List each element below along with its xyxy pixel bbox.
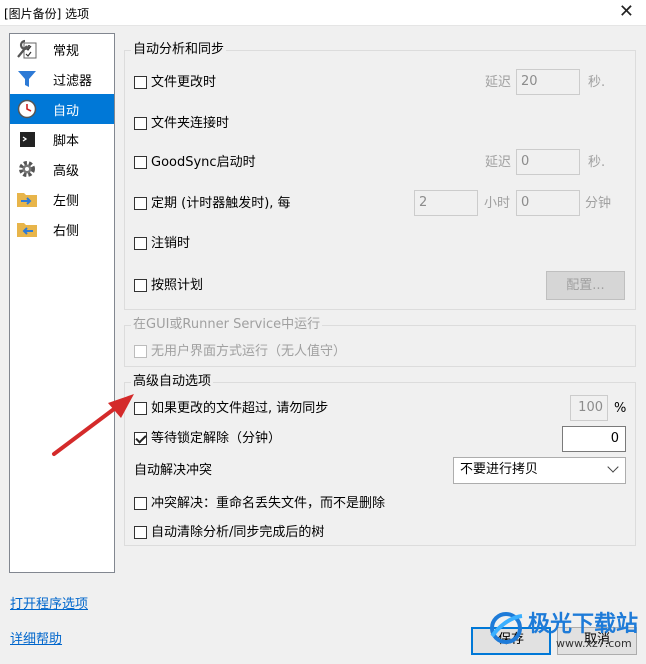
periodic-minutes-label: 分钟 <box>585 196 612 211</box>
folder-left-arrow-icon <box>17 223 37 237</box>
watermark-url: www.xz7.com <box>556 637 632 650</box>
sidebar: 常规 过滤器 自动 脚本 高级 左侧 右侧 <box>9 33 115 573</box>
close-icon[interactable]: ✕ <box>619 1 634 22</box>
clock-icon <box>17 99 37 119</box>
logoff-label: 注销时 <box>151 236 191 251</box>
folder-connected-label: 文件夹连接时 <box>151 116 230 131</box>
wait-unlock-label: 等待锁定解除（分钟） <box>151 431 282 446</box>
file-changed-delay-input[interactable]: 20 <box>516 69 580 95</box>
folder-connected-checkbox[interactable] <box>134 117 147 130</box>
headless-label: 无用户界面方式运行（无人值守） <box>151 344 347 359</box>
rename-lost-checkbox[interactable] <box>134 497 147 510</box>
folder-right-arrow-icon <box>17 193 37 207</box>
sidebar-item-right[interactable]: 右侧 <box>10 214 114 244</box>
logoff-checkbox[interactable] <box>134 237 147 250</box>
funnel-icon <box>18 71 36 87</box>
sidebar-item-advanced[interactable]: 高级 <box>10 154 114 184</box>
sidebar-item-label: 左侧 <box>53 194 80 209</box>
skip-if-changed-label: 如果更改的文件超过, 请勿同步 <box>151 401 329 416</box>
startup-label: GoodSync启动时 <box>151 155 256 170</box>
script-icon <box>20 132 35 147</box>
sidebar-item-label: 高级 <box>53 164 80 179</box>
headless-checkbox[interactable] <box>134 345 147 358</box>
sidebar-item-general[interactable]: 常规 <box>10 34 114 64</box>
startup-checkbox[interactable] <box>134 156 147 169</box>
file-changed-delay-label: 延迟 <box>485 75 512 90</box>
sidebar-item-script[interactable]: 脚本 <box>10 124 114 154</box>
file-changed-label: 文件更改时 <box>151 75 217 90</box>
service-legend: 在GUI或Runner Service中运行 <box>131 317 323 333</box>
chevron-down-icon <box>607 461 619 473</box>
auto-sync-legend: 自动分析和同步 <box>131 42 227 58</box>
sidebar-item-filters[interactable]: 过滤器 <box>10 64 114 94</box>
sidebar-item-label: 过滤器 <box>53 74 93 89</box>
schedule-label: 按照计划 <box>151 278 204 293</box>
gear-icon <box>19 161 35 177</box>
watermark-logo: 极光下载站 www.xz7.com <box>486 604 642 660</box>
startup-delay-input[interactable]: 0 <box>516 149 580 175</box>
conflict-select[interactable]: 不要进行拷贝 <box>453 457 626 484</box>
startup-unit: 秒. <box>588 155 606 170</box>
skip-percent-input[interactable]: 100 <box>570 395 608 421</box>
red-arrow-annotation <box>52 394 134 456</box>
advanced-legend: 高级自动选项 <box>131 374 214 390</box>
sidebar-item-label: 自动 <box>53 104 80 119</box>
conflict-label: 自动解决冲突 <box>134 463 213 478</box>
configure-schedule-button[interactable]: 配置... <box>546 271 625 300</box>
skip-percent-unit: % <box>614 401 627 416</box>
periodic-hours-label: 小时 <box>484 196 511 211</box>
rename-lost-label: 冲突解决：重命名丢失文件，而不是删除 <box>151 496 386 511</box>
periodic-minutes-input[interactable]: 0 <box>516 190 580 216</box>
sidebar-item-label: 脚本 <box>53 134 80 149</box>
sidebar-item-left[interactable]: 左侧 <box>10 184 114 214</box>
file-changed-checkbox[interactable] <box>134 76 147 89</box>
sidebar-item-label: 常规 <box>53 44 80 59</box>
watermark-text: 极光下载站 <box>528 612 639 637</box>
periodic-label: 定期 (计时器触发时), 每 <box>151 196 291 211</box>
startup-delay-label: 延迟 <box>485 155 512 170</box>
watermark-logo-icon <box>490 612 523 644</box>
sidebar-item-label: 右侧 <box>53 224 80 239</box>
auto-clear-label: 自动清除分析/同步完成后的树 <box>151 525 325 540</box>
open-program-options-link[interactable]: 打开程序选项 <box>10 593 88 612</box>
sidebar-item-auto[interactable]: 自动 <box>10 94 114 124</box>
conflict-selected-value: 不要进行拷贝 <box>460 462 539 477</box>
auto-clear-checkbox[interactable] <box>134 526 147 539</box>
periodic-checkbox[interactable] <box>134 197 147 210</box>
window-title: [图片备份] 选项 <box>4 7 90 21</box>
file-changed-unit: 秒. <box>588 75 606 90</box>
title-bar: [图片备份] 选项 ✕ <box>0 0 646 26</box>
periodic-hours-input[interactable]: 2 <box>414 190 478 216</box>
wait-unlock-input[interactable]: 0 <box>562 426 626 452</box>
detailed-help-link[interactable]: 详细帮助 <box>10 628 62 647</box>
schedule-checkbox[interactable] <box>134 279 147 292</box>
wrench-checklist-icon <box>17 39 37 59</box>
